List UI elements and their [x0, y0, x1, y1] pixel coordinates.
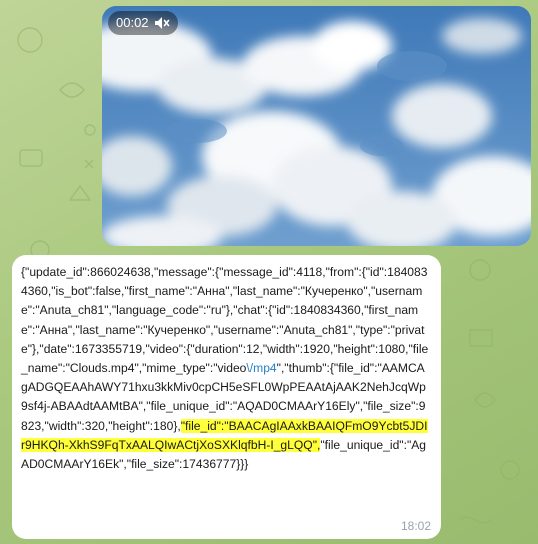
- message-timestamp: 18:02: [400, 519, 431, 533]
- video-duration-badge[interactable]: 00:02: [108, 11, 178, 35]
- video-duration: 00:02: [116, 15, 149, 30]
- video-thumbnail-clouds: [102, 6, 531, 246]
- message-link[interactable]: \/mp4: [246, 361, 276, 375]
- message-text: {"update_id":866024638,"message":{"messa…: [21, 263, 430, 474]
- message-text-part: {"update_id":866024638,"message":{"messa…: [21, 265, 429, 376]
- video-message[interactable]: 00:02: [102, 6, 531, 246]
- speaker-muted-icon[interactable]: [154, 16, 170, 30]
- message-bubble[interactable]: {"update_id":866024638,"message":{"messa…: [12, 255, 441, 539]
